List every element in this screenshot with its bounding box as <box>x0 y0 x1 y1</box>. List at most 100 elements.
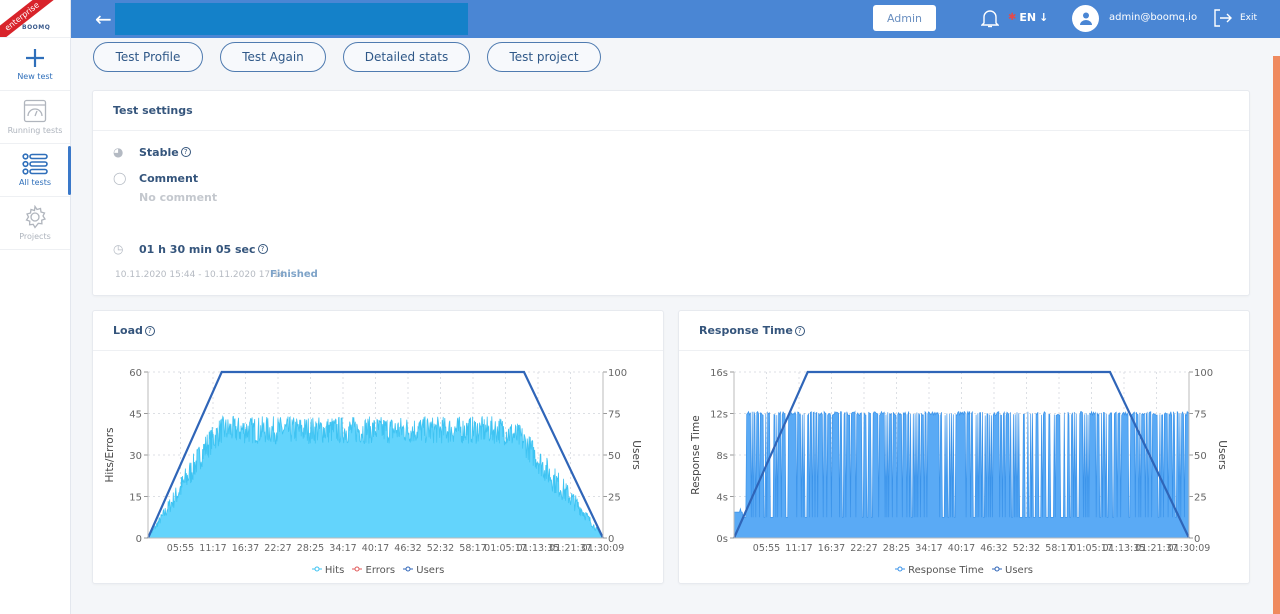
sidebar-item-projects[interactable]: Projects <box>0 197 70 250</box>
legend-label: Response Time <box>908 565 984 576</box>
help-icon[interactable]: ? <box>144 325 155 336</box>
plus-icon <box>26 49 44 67</box>
x-tick-label: 46:32 <box>394 543 421 554</box>
help-icon[interactable]: ? <box>180 147 191 157</box>
legend-label: Errors <box>365 565 396 576</box>
x-tick-label: 40:17 <box>948 543 975 554</box>
uk-flag-icon: ✱ <box>1008 12 1017 23</box>
chart-title: Load <box>113 324 143 337</box>
card-title: Response Time? <box>679 311 1249 351</box>
comment-label: Comment <box>139 171 199 185</box>
sidebar: enterprise BOOMQ New test Running tests … <box>0 0 71 614</box>
action-buttons: Test Profile Test Again Detailed stats T… <box>93 42 601 72</box>
legend-label: Users <box>416 565 445 576</box>
y-tick-label: 12s <box>710 410 728 421</box>
logo[interactable]: enterprise BOOMQ <box>0 0 70 38</box>
card-title: Test settings <box>93 91 1249 131</box>
test-profile-button[interactable]: Test Profile <box>93 42 203 72</box>
top-bar: ← Admin ✱ EN ↓ admin@boomq.io Exit <box>71 0 1280 38</box>
exit-label[interactable]: Exit <box>1240 13 1257 23</box>
chart-legend: Hits Errors Users <box>93 565 663 576</box>
y-tick-label: 60 <box>129 368 142 379</box>
test-again-button[interactable]: Test Again <box>220 42 326 72</box>
legend-item-errors[interactable]: Errors <box>352 565 395 576</box>
y-axis-title: Hits/Errors <box>104 427 116 482</box>
gauge-icon <box>23 99 47 123</box>
sidebar-item-label: New test <box>17 72 53 81</box>
y-axis-title: Response Time <box>690 415 702 494</box>
sidebar-item-new-test[interactable]: New test <box>0 38 70 91</box>
legend-item-response-time[interactable]: Response Time <box>894 565 984 576</box>
y2-tick-label: 25 <box>1194 493 1207 504</box>
x-tick-label: 40:17 <box>362 543 389 554</box>
y2-tick-label: 50 <box>1194 451 1207 462</box>
chat-bubble-icon: ◯ <box>113 171 127 185</box>
y2-tick-label: 100 <box>608 368 627 379</box>
exit-icon[interactable] <box>1213 8 1233 28</box>
date-range: 10.11.2020 15:44 - 10.11.2020 17:14 <box>115 270 285 280</box>
x-tick-label: 16:37 <box>818 543 845 554</box>
back-arrow-icon[interactable]: ← <box>95 7 115 31</box>
help-icon[interactable]: ? <box>257 244 268 254</box>
y-tick-label: 16s <box>710 368 728 379</box>
test-title-field[interactable] <box>115 3 468 35</box>
bell-icon[interactable] <box>981 8 999 28</box>
clock-icon: ◷ <box>113 242 124 256</box>
gear-icon <box>25 205 46 229</box>
y2-tick-label: 75 <box>1194 410 1207 421</box>
avatar[interactable] <box>1072 5 1099 32</box>
users-legend-marker <box>991 564 1002 572</box>
y-tick-label: 4s <box>716 493 728 504</box>
sidebar-item-all-tests[interactable]: All tests <box>0 144 71 197</box>
y-tick-label: 15 <box>129 493 142 504</box>
sidebar-item-label: Projects <box>19 232 51 241</box>
chart-legend: Response Time Users <box>679 565 1249 576</box>
brand-name: BOOMQ <box>22 24 51 31</box>
x-tick-label: 01:30:09 <box>582 543 625 554</box>
help-icon[interactable]: ? <box>794 325 805 336</box>
test-project-button[interactable]: Test project <box>487 42 601 72</box>
load-type-row: ◕ Stable ? <box>113 145 191 159</box>
legend-item-users[interactable]: Users <box>403 565 444 576</box>
y-tick-label: 0s <box>716 534 728 545</box>
x-tick-label: 22:27 <box>850 543 877 554</box>
errors-legend-marker <box>352 564 363 572</box>
x-tick-label: 01:30:09 <box>1168 543 1211 554</box>
user-icon <box>1079 12 1092 25</box>
y2-axis-title: Users <box>1216 440 1228 469</box>
response-time-chart: 0s4s8s12s16s025507510005:55 11:17 16:37 22:… <box>690 368 1228 554</box>
comment-row: ◯ Comment <box>113 171 198 185</box>
x-tick-label: 28:25 <box>883 543 910 554</box>
language-code: EN <box>1019 11 1037 24</box>
x-tick-label: 34:17 <box>915 543 942 554</box>
legend-item-hits[interactable]: Hits <box>311 565 345 576</box>
y2-axis-title: Users <box>630 440 642 469</box>
language-selector[interactable]: ✱ EN ↓ <box>1008 11 1048 24</box>
y2-tick-label: 25 <box>608 493 621 504</box>
y2-tick-label: 50 <box>608 451 621 462</box>
x-tick-label: 52:32 <box>427 543 454 554</box>
chart-title: Response Time <box>699 324 793 337</box>
users-legend-marker <box>403 564 414 572</box>
detailed-stats-button[interactable]: Detailed stats <box>343 42 470 72</box>
x-tick-label: 28:25 <box>297 543 324 554</box>
sidebar-item-running-tests[interactable]: Running tests <box>0 91 70 144</box>
user-email[interactable]: admin@boomq.io <box>1109 12 1197 23</box>
load-chart: 015304560025507510005:55 11:17 16:37 22:27 2… <box>104 368 642 554</box>
x-tick-label: 05:55 <box>167 543 194 554</box>
sidebar-item-label: All tests <box>19 178 51 187</box>
legend-item-users[interactable]: Users <box>991 564 1033 576</box>
x-tick-label: 46:32 <box>980 543 1007 554</box>
load-type: Stable <box>139 145 179 159</box>
admin-button[interactable]: Admin <box>873 5 936 31</box>
y2-tick-label: 100 <box>1194 368 1213 379</box>
x-tick-label: 11:17 <box>199 543 226 554</box>
duration-row: ◷ 01 h 30 min 05 sec ? <box>113 242 268 256</box>
x-tick-label: 34:17 <box>329 543 356 554</box>
scrollbar[interactable] <box>1273 56 1280 614</box>
sidebar-item-label: Running tests <box>7 126 63 135</box>
test-settings-card: Test settings ◕ Stable ? ◯ Comment No co… <box>92 90 1250 296</box>
chevron-down-icon: ↓ <box>1039 11 1049 24</box>
legend-label: Hits <box>324 565 345 576</box>
x-tick-label: 58:17 <box>459 543 486 554</box>
